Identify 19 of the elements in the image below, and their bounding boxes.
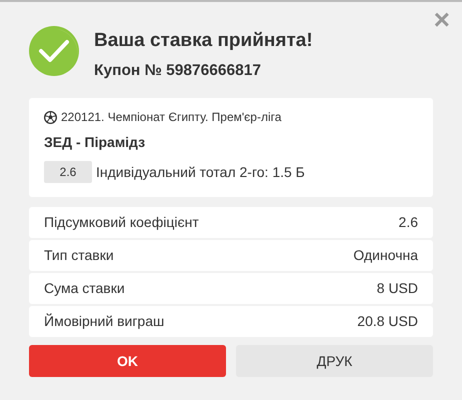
soccer-ball-icon [44,110,57,124]
odds-value: 2.6 [44,161,92,184]
summary-value: 20.8 USD [357,312,418,332]
summary-label: Сума ставки [44,279,125,298]
summary-label: Ймовірний виграш [44,312,164,332]
summary-label: Підсумковий коефіцієнт [44,213,199,232]
league-name: 220121. Чемпіонат Єгипту. Прем'єр-ліга [61,109,282,126]
market-name: Індивідуальний тотал 2-го: 1.5 Б [96,162,305,182]
summary-value: 8 USD [376,279,418,298]
dialog-title: Ваша ставка прийнята! [94,29,313,53]
print-button[interactable]: ДРУК [236,345,433,378]
match-name: ЗЕД - Пірамідз [44,133,146,152]
success-check-icon [29,26,79,76]
summary-label: Тип ставки [44,246,114,266]
ok-button[interactable]: OK [29,345,226,378]
summary-value: 2.6 [398,213,418,232]
summary-value: Одиночна [353,246,418,266]
close-button[interactable]: × [430,6,454,34]
coupon-number: Купон № 59876666817 [94,61,262,81]
